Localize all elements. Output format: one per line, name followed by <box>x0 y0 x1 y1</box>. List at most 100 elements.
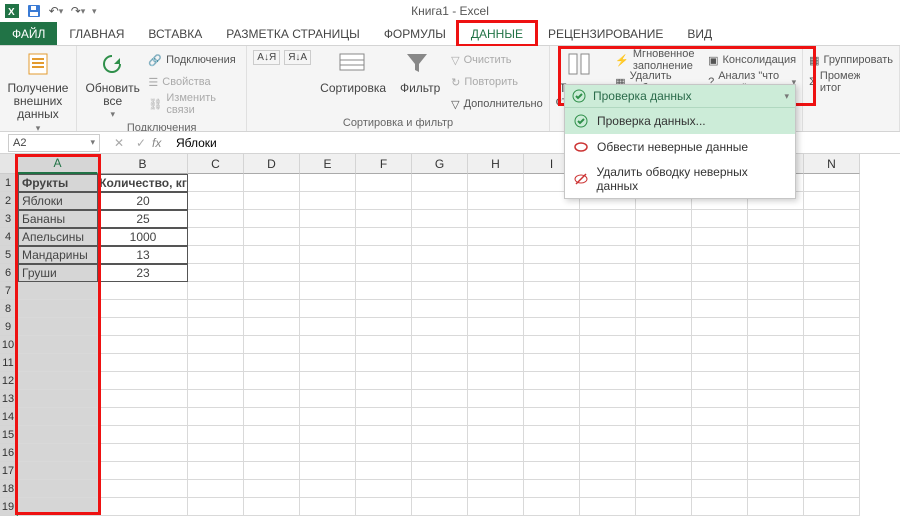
cell[interactable] <box>356 408 412 426</box>
column-header-G[interactable]: G <box>412 154 468 174</box>
cell[interactable] <box>188 174 244 192</box>
cell[interactable] <box>580 462 636 480</box>
cell[interactable] <box>804 498 860 516</box>
cell[interactable] <box>692 480 748 498</box>
select-all-corner[interactable] <box>0 154 18 174</box>
row-header[interactable]: 13 <box>0 390 18 408</box>
cell[interactable] <box>804 264 860 282</box>
cell[interactable]: Количество, кг <box>98 174 188 192</box>
cell[interactable] <box>524 246 580 264</box>
row-header[interactable]: 17 <box>0 462 18 480</box>
cell[interactable] <box>244 282 300 300</box>
cell[interactable] <box>580 210 636 228</box>
cell[interactable] <box>524 282 580 300</box>
clear-filter-button[interactable]: ▽ Очистить <box>451 50 543 70</box>
cell[interactable] <box>244 372 300 390</box>
row-header[interactable]: 3 <box>0 210 18 228</box>
cell[interactable] <box>748 426 804 444</box>
cell[interactable]: 13 <box>98 246 188 264</box>
cell[interactable]: Апельсины <box>18 228 98 246</box>
cell[interactable] <box>636 246 692 264</box>
cell[interactable] <box>468 408 524 426</box>
cell[interactable] <box>804 444 860 462</box>
cell[interactable] <box>636 444 692 462</box>
cell[interactable] <box>188 300 244 318</box>
cell[interactable] <box>356 444 412 462</box>
cell[interactable] <box>300 318 356 336</box>
cell[interactable] <box>300 372 356 390</box>
cell[interactable] <box>468 498 524 516</box>
cell[interactable] <box>244 354 300 372</box>
cell[interactable] <box>524 264 580 282</box>
cell[interactable] <box>412 318 468 336</box>
cell[interactable] <box>98 390 188 408</box>
cell[interactable] <box>804 282 860 300</box>
tab-page-layout[interactable]: РАЗМЕТКА СТРАНИЦЫ <box>214 22 372 45</box>
cell[interactable] <box>244 264 300 282</box>
cell[interactable] <box>188 498 244 516</box>
cell[interactable] <box>98 372 188 390</box>
cell[interactable] <box>580 264 636 282</box>
consolidate-button[interactable]: ▣ Консолидация <box>708 50 796 70</box>
cell[interactable] <box>412 390 468 408</box>
advanced-filter-button[interactable]: ▽ Дополнительно <box>451 94 543 114</box>
cell[interactable] <box>356 192 412 210</box>
cell[interactable] <box>804 300 860 318</box>
cell[interactable] <box>412 372 468 390</box>
group-button[interactable]: ▦ Группировать <box>809 50 893 70</box>
cell[interactable] <box>636 426 692 444</box>
cell[interactable] <box>300 498 356 516</box>
cell[interactable] <box>244 300 300 318</box>
cell[interactable] <box>580 228 636 246</box>
filter-button[interactable]: Фильтр <box>395 48 445 95</box>
cell[interactable] <box>356 498 412 516</box>
cell[interactable] <box>412 426 468 444</box>
cancel-button[interactable]: ✕ <box>108 136 130 150</box>
cell[interactable] <box>468 426 524 444</box>
cell[interactable] <box>18 444 98 462</box>
cell[interactable] <box>244 480 300 498</box>
cell[interactable] <box>692 264 748 282</box>
cell[interactable] <box>636 408 692 426</box>
column-header-A[interactable]: A <box>18 154 98 174</box>
cell[interactable] <box>468 444 524 462</box>
cell[interactable] <box>468 336 524 354</box>
row-header[interactable]: 18 <box>0 480 18 498</box>
cell[interactable] <box>692 300 748 318</box>
cell[interactable] <box>804 480 860 498</box>
tab-insert[interactable]: ВСТАВКА <box>136 22 214 45</box>
fx-icon[interactable]: fx <box>152 136 172 150</box>
cell[interactable] <box>748 372 804 390</box>
cell[interactable] <box>188 264 244 282</box>
cell[interactable] <box>300 480 356 498</box>
cell[interactable] <box>748 390 804 408</box>
enter-button[interactable]: ✓ <box>130 136 152 150</box>
cell[interactable] <box>356 426 412 444</box>
cell[interactable] <box>98 444 188 462</box>
cell[interactable] <box>524 210 580 228</box>
cell[interactable]: Груши <box>18 264 98 282</box>
cell[interactable] <box>524 372 580 390</box>
cell[interactable] <box>356 174 412 192</box>
column-header-N[interactable]: N <box>804 154 860 174</box>
dropdown-item-validate[interactable]: Проверка данных... <box>565 108 795 134</box>
cell[interactable] <box>636 390 692 408</box>
row-header[interactable]: 11 <box>0 354 18 372</box>
cell[interactable] <box>98 300 188 318</box>
cell[interactable] <box>692 228 748 246</box>
cell[interactable] <box>188 444 244 462</box>
cell[interactable] <box>300 192 356 210</box>
cell[interactable] <box>804 192 860 210</box>
cell[interactable] <box>300 444 356 462</box>
cell[interactable] <box>524 354 580 372</box>
cell[interactable] <box>692 318 748 336</box>
cell[interactable] <box>580 498 636 516</box>
cell[interactable] <box>244 246 300 264</box>
cell[interactable] <box>300 354 356 372</box>
cell[interactable] <box>468 480 524 498</box>
cell[interactable] <box>244 408 300 426</box>
row-header[interactable]: 4 <box>0 228 18 246</box>
row-header[interactable]: 9 <box>0 318 18 336</box>
cell[interactable] <box>356 462 412 480</box>
cell[interactable] <box>412 444 468 462</box>
